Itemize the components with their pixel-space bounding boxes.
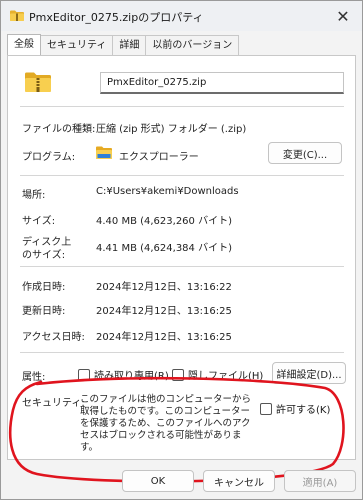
divider: [20, 106, 344, 107]
tab-general[interactable]: 全般: [7, 34, 41, 55]
location-value: C:¥Users¥akemi¥Downloads: [96, 186, 239, 197]
unblock-checkbox-box[interactable]: [260, 402, 272, 415]
accessed-label: アクセス日時:: [22, 332, 85, 343]
accessed-value: 2024年12月12日、13:16:25: [96, 332, 232, 343]
disk-size-value: 4.41 MB (4,624,384 バイト): [96, 243, 232, 254]
file-type-value: 圧縮 (zip 形式) フォルダー (.zip): [96, 124, 247, 135]
security-warning-text: このファイルは他のコンピューターから取得したものです。このコンピューターを保護す…: [80, 394, 252, 453]
window-title: PmxEditor_0275.zipのプロパティ: [29, 11, 204, 24]
tab-security[interactable]: セキュリティ: [40, 35, 114, 55]
modified-value: 2024年12月12日、13:16:25: [96, 306, 232, 317]
modified-label: 更新日時:: [22, 306, 66, 317]
attributes-label: 属性:: [22, 372, 46, 383]
disk-size-label-line2: のサイズ:: [22, 250, 66, 261]
created-value: 2024年12月12日、13:16:22: [96, 282, 232, 293]
title-bar[interactable]: PmxEditor_0275.zipのプロパティ ✕: [1, 1, 362, 31]
general-tab-panel: PmxEditor_0275.zip ファイルの種類: 圧縮 (zip 形式) …: [7, 55, 356, 460]
size-label: サイズ:: [22, 216, 56, 227]
unblock-checkbox-label: 許可する(K): [276, 405, 331, 416]
size-value: 4.40 MB (4,623,260 バイト): [96, 216, 232, 227]
zip-folder-large-icon: [25, 72, 51, 92]
dialog-footer: OK キャンセル 適用(A): [1, 465, 362, 499]
divider: [20, 175, 344, 176]
tab-previous-versions[interactable]: 以前のバージョン: [145, 35, 240, 55]
close-button[interactable]: ✕: [324, 1, 362, 31]
location-label: 場所:: [22, 190, 46, 201]
unblock-checkbox[interactable]: 許可する(K): [260, 401, 330, 416]
apply-button[interactable]: 適用(A): [284, 470, 356, 492]
readonly-checkbox-box[interactable]: [78, 368, 90, 381]
properties-dialog: PmxEditor_0275.zipのプロパティ ✕ 全般 セキュリティ 詳細 …: [0, 0, 363, 500]
file-type-label: ファイルの種類:: [22, 124, 96, 135]
zip-folder-icon: [10, 10, 24, 21]
divider: [20, 266, 344, 267]
hidden-checkbox-label: 隠しファイル(H): [188, 371, 264, 382]
cancel-button[interactable]: キャンセル: [203, 470, 275, 492]
divider: [20, 352, 344, 353]
readonly-checkbox-label: 読み取り専用(R): [94, 371, 169, 382]
hidden-checkbox[interactable]: 隠しファイル(H): [172, 367, 263, 382]
readonly-checkbox[interactable]: 読み取り専用(R): [78, 367, 169, 382]
created-label: 作成日時:: [22, 282, 66, 293]
hidden-checkbox-box[interactable]: [172, 368, 184, 381]
filename-field[interactable]: PmxEditor_0275.zip: [100, 72, 344, 94]
program-label: プログラム:: [22, 152, 76, 163]
ok-button[interactable]: OK: [122, 470, 194, 492]
explorer-folder-icon: [96, 146, 112, 159]
program-value: エクスプローラー: [119, 152, 199, 163]
advanced-attributes-button[interactable]: 詳細設定(D)...: [272, 362, 346, 384]
tab-bar: 全般 セキュリティ 詳細 以前のバージョン: [7, 34, 240, 55]
tab-details[interactable]: 詳細: [112, 35, 147, 55]
change-program-button[interactable]: 変更(C)...: [268, 142, 342, 164]
security-label: セキュリティ:: [22, 398, 85, 409]
